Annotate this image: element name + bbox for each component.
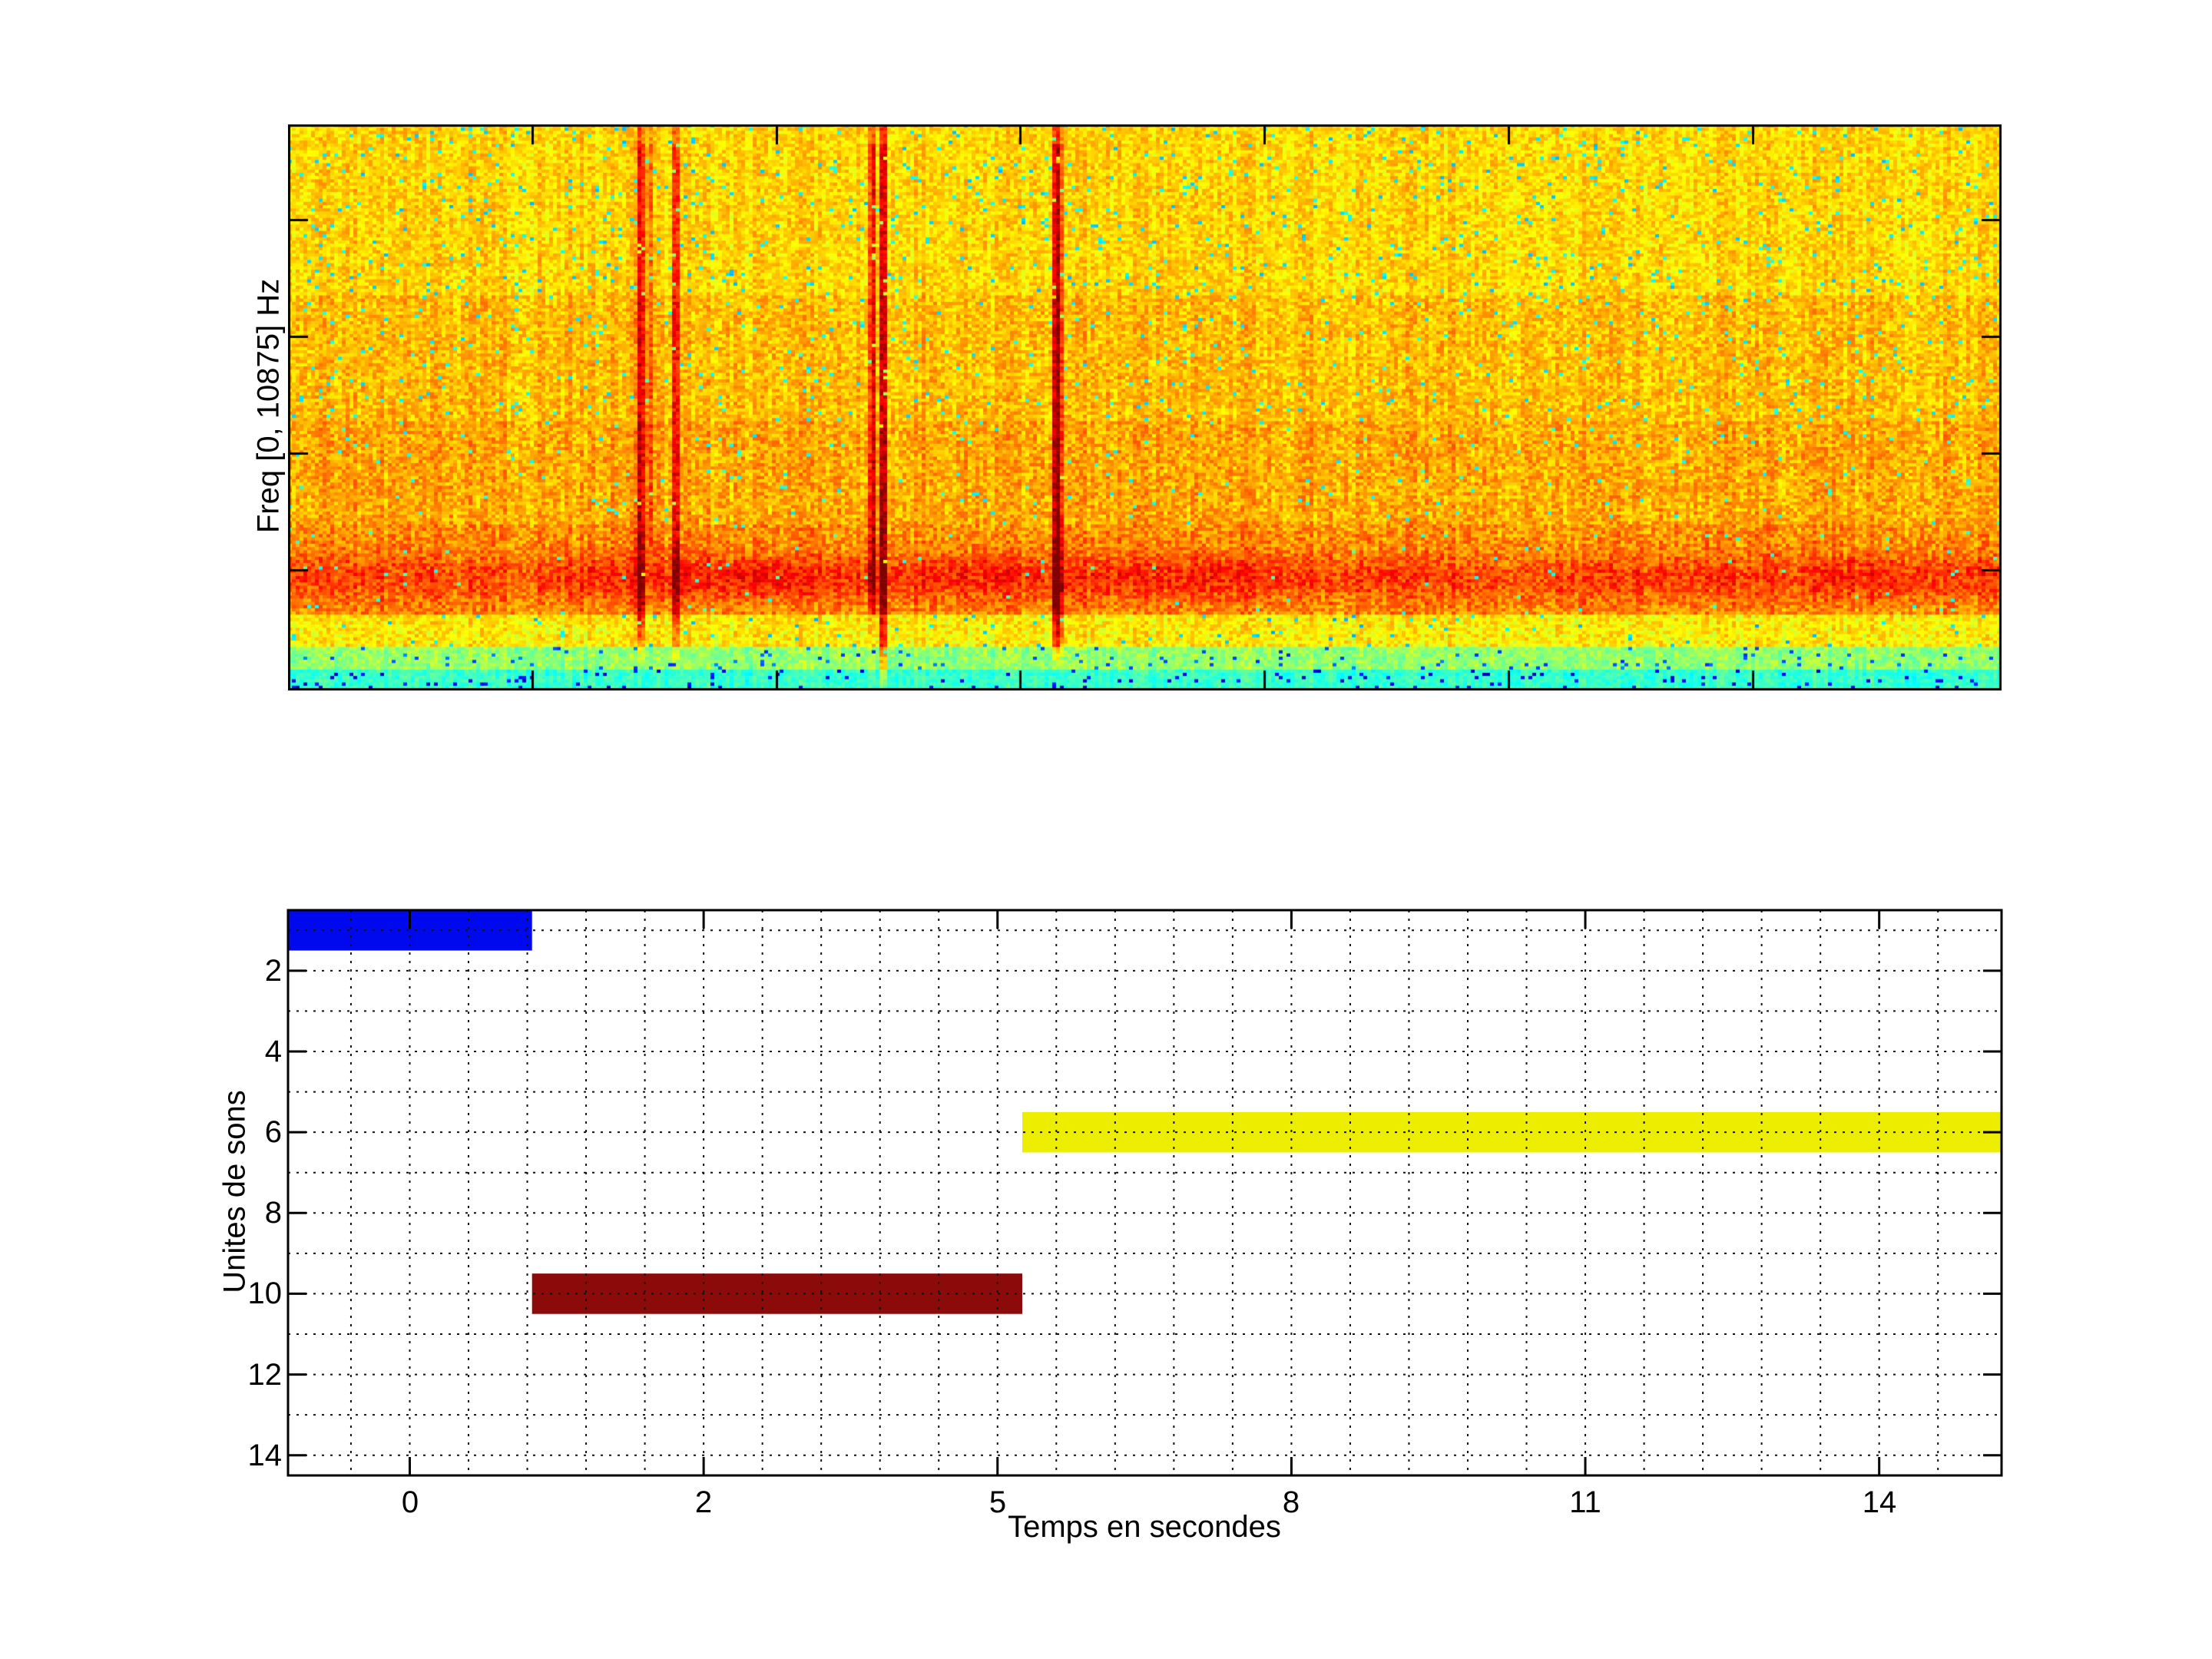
gantt-bar-unit-10 [531, 1273, 1022, 1314]
y-tick-label-6: 6 [264, 1115, 282, 1149]
y-tick-label-8: 8 [264, 1196, 282, 1230]
x-tick-label-0: 0 [401, 1485, 419, 1519]
y-tick-label-14: 14 [247, 1439, 283, 1472]
y-tick-label-4: 4 [264, 1035, 282, 1068]
x-tick-label-5: 5 [988, 1485, 1007, 1519]
x-tick-label-11: 11 [1569, 1485, 1601, 1519]
gantt-bar-unit-1 [288, 910, 532, 951]
y-tick-label-2: 2 [264, 954, 282, 988]
x-tick-label-8: 8 [1282, 1485, 1300, 1519]
x-tick-label-14: 14 [1862, 1485, 1897, 1519]
figure: Freq [0, 10875] Hz Unites de sons Temps … [0, 0, 2212, 1659]
spectrogram-canvas [288, 124, 2002, 690]
gantt-bar-unit-6 [1022, 1111, 2002, 1153]
gantt-axes-border [286, 909, 2003, 1477]
spectrogram-ylabel: Freq [0, 10875] Hz [251, 278, 286, 534]
y-tick-label-10: 10 [247, 1277, 283, 1310]
x-tick-label-2: 2 [694, 1485, 713, 1519]
y-tick-label-12: 12 [247, 1358, 283, 1392]
gantt-plot-area [288, 910, 2002, 1475]
